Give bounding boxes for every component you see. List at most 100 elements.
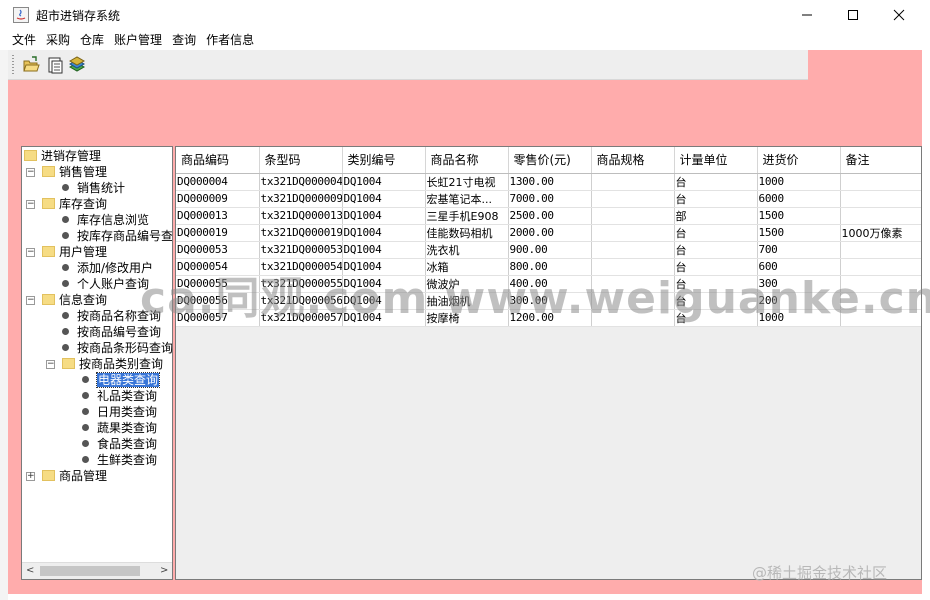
tree-node-users[interactable]: 用户管理 [42,244,107,260]
table-cell[interactable]: DQ1004 [342,258,426,276]
table-cell[interactable]: tx321DQ000057 [259,309,343,327]
column-header[interactable]: 商品名称 [425,147,509,174]
tree-node-stock-browse[interactable]: 库存信息浏览 [62,212,149,228]
column-header[interactable]: 零售价(元) [508,147,592,174]
table-cell[interactable]: DQ000019 [176,224,260,242]
expand-toggle-icon[interactable]: + [26,472,35,481]
collapse-toggle-icon[interactable]: − [26,248,35,257]
table-cell[interactable]: 抽油烟机 [425,292,509,310]
scroll-thumb[interactable] [40,566,140,576]
table-cell[interactable]: 台 [674,309,758,327]
column-header[interactable]: 计量单位 [674,147,758,174]
column-header[interactable]: 类别编号 [342,147,426,174]
table-cell[interactable]: 300 [757,275,841,293]
table-row[interactable]: DQ000009 tx321DQ000009 DQ1004 宏基笔记本... 7000.… [176,190,921,208]
table-cell[interactable] [840,275,921,293]
table-cell[interactable] [591,309,675,327]
tree-node-root[interactable]: 进销存管理 [24,148,101,164]
table-cell[interactable]: 台 [674,292,758,310]
tree-node-by-barcode[interactable]: 按商品条形码查询 [62,340,172,356]
column-header[interactable]: 商品规格 [591,147,675,174]
table-cell[interactable] [840,241,921,259]
table-cell[interactable]: 台 [674,241,758,259]
navigation-tree[interactable]: 进销存管理 − 销售管理 销售统计 − 库存查询 库存信息浏览 按库存商品编号查… [21,146,173,580]
table-cell[interactable] [591,173,675,191]
table-cell[interactable]: DQ1004 [342,275,426,293]
tree-node-sales[interactable]: 销售管理 [42,164,107,180]
tree-node-electrical[interactable]: 电器类查询 [82,372,161,388]
table-row[interactable]: DQ000056 tx321DQ000056 DQ1004 抽油烟机 300.00 台 20… [176,292,921,310]
tree-node-edit-user[interactable]: 添加/修改用户 [62,260,153,276]
table-cell[interactable]: 700 [757,241,841,259]
table-cell[interactable]: 洗衣机 [425,241,509,259]
table-cell[interactable] [591,258,675,276]
table-cell[interactable]: DQ000057 [176,309,260,327]
collapse-toggle-icon[interactable]: − [46,360,55,369]
notepad-icon[interactable] [46,56,64,74]
tree-node-goods[interactable]: 商品管理 [42,468,107,484]
tree-node-fresh[interactable]: 生鲜类查询 [82,452,157,468]
tree-node-by-category[interactable]: 按商品类别查询 [62,356,163,372]
table-cell[interactable]: tx321DQ000013 [259,207,343,225]
table-cell[interactable]: tx321DQ000004 [259,173,343,191]
toolbar-grip[interactable] [12,55,14,75]
table-cell[interactable]: DQ1004 [342,224,426,242]
tree-node-by-name[interactable]: 按商品名称查询 [62,308,161,324]
table-cell[interactable]: 1200.00 [508,309,592,327]
menu-account[interactable]: 账户管理 [110,30,166,50]
column-header[interactable]: 进货价 [757,147,841,174]
table-cell[interactable]: 台 [674,275,758,293]
table-cell[interactable]: 300.00 [508,292,592,310]
table-cell[interactable]: 600 [757,258,841,276]
table-cell[interactable]: 冰箱 [425,258,509,276]
table-cell[interactable]: 微波炉 [425,275,509,293]
table-cell[interactable]: DQ000056 [176,292,260,310]
table-row[interactable]: DQ000054 tx321DQ000054 DQ1004 冰箱 800.00 台 600 [176,258,921,276]
scroll-left-icon[interactable]: < [26,565,34,576]
table-cell[interactable] [840,292,921,310]
table-cell[interactable] [840,207,921,225]
table-cell[interactable]: 1500 [757,224,841,242]
tree-node-by-code[interactable]: 按商品编号查询 [62,324,161,340]
table-row[interactable]: DQ000004 tx321DQ000004 DQ1004 长虹21寸电视 1300.0… [176,173,921,191]
open-folder-icon[interactable] [22,56,40,74]
table-cell[interactable]: DQ1004 [342,207,426,225]
table-cell[interactable] [840,309,921,327]
table-cell[interactable]: 200 [757,292,841,310]
table-row[interactable]: DQ000053 tx321DQ000053 DQ1004 洗衣机 900.00 台 700 [176,241,921,259]
table-cell[interactable]: 三星手机E908 [425,207,509,225]
tree-node-food[interactable]: 食品类查询 [82,436,157,452]
books-icon[interactable] [68,56,86,74]
table-cell[interactable] [840,173,921,191]
column-header[interactable]: 商品编码 [176,147,260,174]
table-cell[interactable]: tx321DQ000054 [259,258,343,276]
minimize-button[interactable] [784,0,830,30]
table-cell[interactable]: 台 [674,190,758,208]
table-cell[interactable]: 2500.00 [508,207,592,225]
tree-node-account-query[interactable]: 个人账户查询 [62,276,149,292]
tree-node-info-query[interactable]: 信息查询 [42,292,107,308]
table-cell[interactable]: 400.00 [508,275,592,293]
table-cell[interactable]: tx321DQ000019 [259,224,343,242]
table-cell[interactable]: 1000 [757,173,841,191]
maximize-button[interactable] [830,0,876,30]
tree-node-daily[interactable]: 日用类查询 [82,404,157,420]
table-cell[interactable]: DQ000004 [176,173,260,191]
tree-node-stock[interactable]: 库存查询 [42,196,107,212]
table-cell[interactable]: 7000.00 [508,190,592,208]
table-cell[interactable]: DQ1004 [342,173,426,191]
table-cell[interactable]: tx321DQ000056 [259,292,343,310]
table-cell[interactable]: 长虹21寸电视 [425,173,509,191]
table-cell[interactable]: DQ1004 [342,241,426,259]
column-header[interactable]: 条型码 [259,147,343,174]
table-cell[interactable]: 宏基笔记本... [425,190,509,208]
table-cell[interactable]: DQ000009 [176,190,260,208]
table-row[interactable]: DQ000013 tx321DQ000013 DQ1004 三星手机E908 2500.… [176,207,921,225]
close-button[interactable] [876,0,922,30]
table-cell[interactable]: DQ000013 [176,207,260,225]
table-cell[interactable]: 台 [674,224,758,242]
table-cell[interactable] [591,292,675,310]
collapse-toggle-icon[interactable]: − [26,296,35,305]
table-cell[interactable]: 800.00 [508,258,592,276]
table-cell[interactable]: DQ1004 [342,190,426,208]
